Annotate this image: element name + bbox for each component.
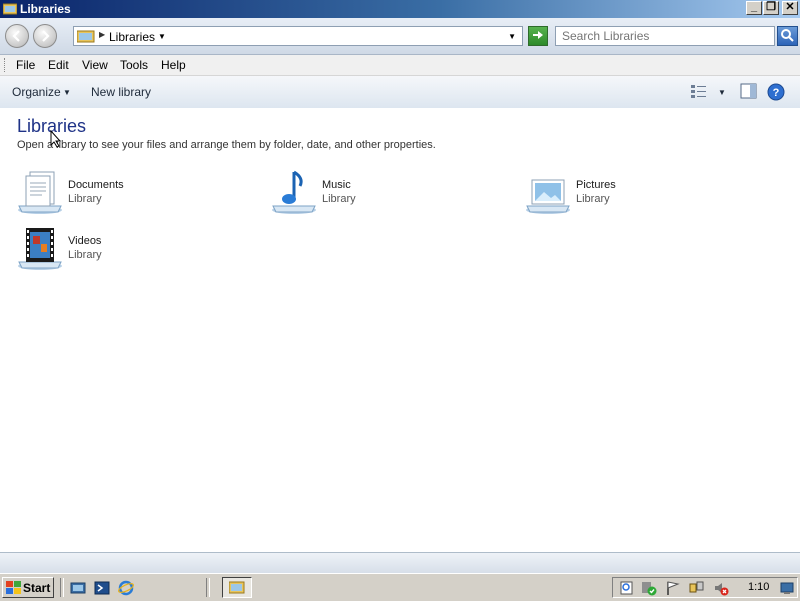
library-name: Music [322,179,351,191]
library-videos[interactable]: Videos Library [16,224,216,274]
restore-button[interactable]: ❐ [763,1,779,15]
server-manager-icon[interactable] [70,580,86,596]
menu-grip [4,58,7,72]
taskbar-separator [60,578,64,597]
system-tray: 1:10 [612,577,798,598]
change-view-icon[interactable] [690,83,708,102]
organize-dropdown-icon[interactable]: ▼ [63,88,71,97]
network-connection-icon[interactable] [689,580,705,596]
window-title: Libraries [20,2,71,16]
library-name: Pictures [576,179,616,191]
breadcrumb-libraries[interactable]: Libraries [109,30,155,44]
menu-bar: File Edit View Tools Help [0,55,800,76]
file-view[interactable]: Libraries Open a library to see your fil… [0,108,800,552]
library-kind: Library [68,249,102,261]
minimize-button[interactable]: _ [746,1,762,15]
security-status-icon[interactable] [641,580,657,596]
back-button[interactable] [5,24,29,48]
library-kind: Library [68,193,102,205]
taskbar-separator [206,578,210,597]
window-title-bar[interactable]: Libraries _ ❐ ✕ [0,0,800,18]
taskbar-explorer-window[interactable] [222,577,252,598]
breadcrumb-dropdown-icon[interactable]: ▼ [158,32,166,41]
menu-tools[interactable]: Tools [120,58,148,72]
menu-view[interactable]: View [82,58,108,72]
address-toolbar: ▶ Libraries ▼ ▼ [0,18,800,55]
pictures-library-icon [524,168,572,216]
preview-pane-icon[interactable] [740,83,758,102]
page-subtitle: Open a library to see your files and arr… [17,139,436,151]
refresh-button[interactable] [528,26,548,46]
network-status-icon[interactable] [619,580,635,596]
library-pictures[interactable]: Pictures Library [524,168,724,218]
search-icon [781,29,794,42]
close-button[interactable]: ✕ [782,1,798,15]
windows-logo-icon [6,581,21,598]
new-library-button[interactable]: New library [91,85,151,99]
forward-arrow-icon [42,30,50,42]
forward-button[interactable] [33,24,57,48]
search-box[interactable] [555,26,775,46]
show-desktop-icon[interactable] [779,580,795,596]
videos-library-icon [16,224,64,272]
search-input[interactable] [556,27,772,45]
libraries-folder-icon [228,580,245,597]
libraries-folder-icon [2,2,18,15]
taskbar: Start 1:10 [0,573,800,601]
powershell-icon[interactable] [94,580,110,596]
library-kind: Library [322,193,356,205]
clock[interactable]: 1:10 [748,581,769,593]
volume-muted-icon[interactable] [713,580,729,596]
menu-edit[interactable]: Edit [48,58,69,72]
svg-text:?: ? [773,87,780,99]
library-kind: Library [576,193,610,205]
documents-library-icon [16,168,64,216]
internet-explorer-icon[interactable] [118,580,134,596]
help-icon[interactable]: ? [767,83,785,104]
back-arrow-icon [12,30,20,42]
organize-button[interactable]: Organize [12,85,61,99]
libraries-folder-icon [76,29,95,46]
start-label: Start [23,581,51,595]
refresh-icon [533,31,543,39]
music-library-icon [270,168,318,216]
library-name: Videos [68,235,102,247]
library-name: Documents [68,179,124,191]
action-center-flag-icon[interactable] [665,580,681,596]
menu-file[interactable]: File [16,58,35,72]
menu-help[interactable]: Help [161,58,186,72]
start-button[interactable]: Start [2,577,54,598]
address-bar[interactable]: ▶ Libraries ▼ ▼ [73,26,523,46]
mouse-cursor-icon [50,129,62,151]
breadcrumb-separator-icon[interactable]: ▶ [99,30,105,39]
status-bar [0,552,800,573]
library-documents[interactable]: Documents Library [16,168,216,218]
command-bar: Organize ▼ New library ▼ ? [0,76,800,109]
view-options-dropdown-icon[interactable]: ▼ [718,88,726,97]
library-music[interactable]: Music Library [270,168,470,218]
search-button[interactable] [777,26,798,46]
address-history-dropdown-icon[interactable]: ▼ [508,32,516,41]
